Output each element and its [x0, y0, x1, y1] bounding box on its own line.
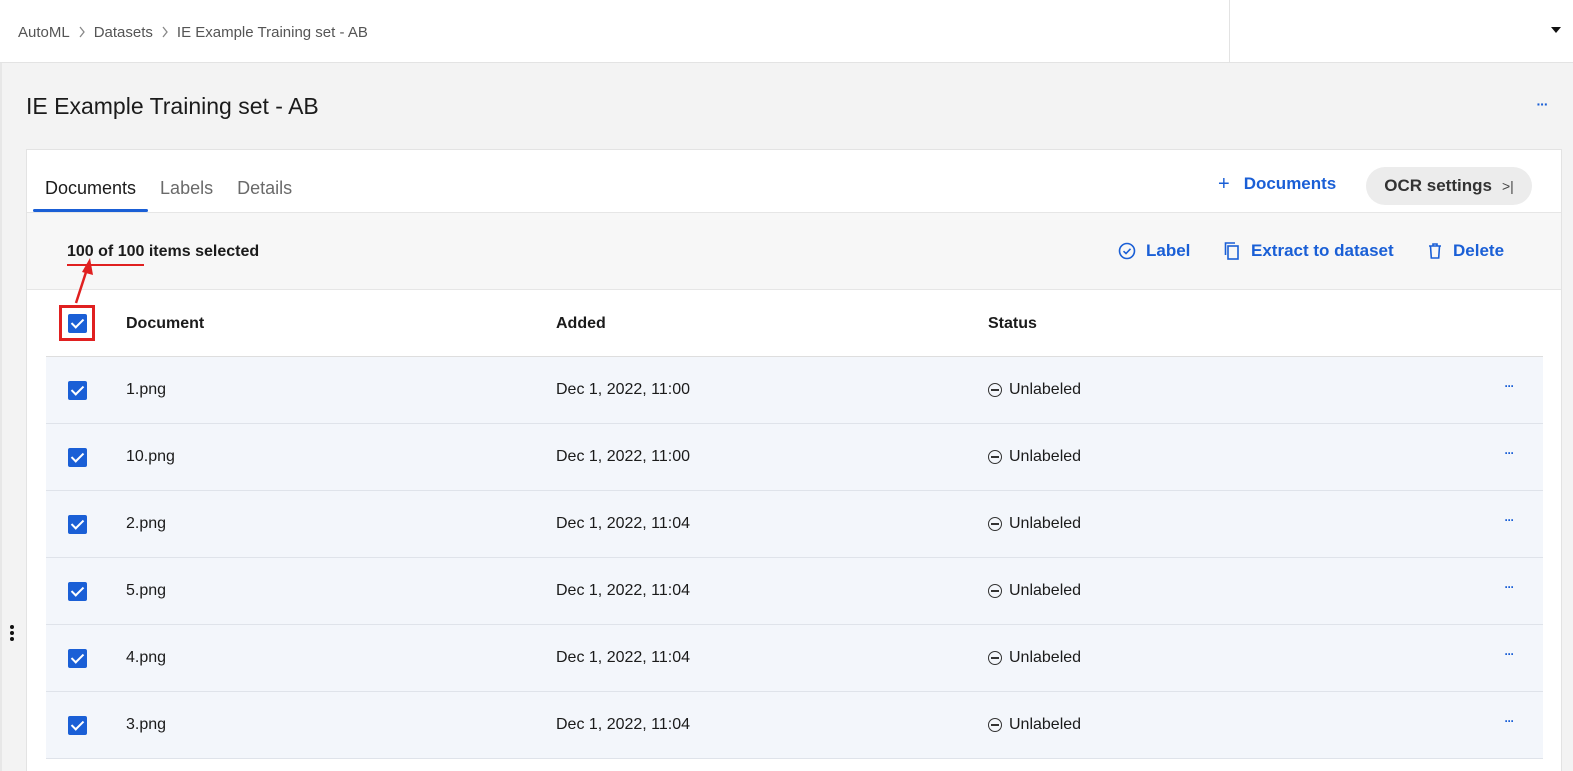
row-more-button[interactable]: ··· — [1499, 379, 1519, 399]
trash-icon — [1429, 243, 1441, 259]
ocr-settings-button[interactable]: OCR settings >| — [1366, 167, 1532, 205]
collapse-arrow-icon: >| — [1501, 178, 1514, 194]
row-checkbox[interactable] — [68, 716, 87, 735]
tab-details[interactable]: Details — [225, 150, 304, 212]
document-name[interactable]: 5.png — [126, 582, 166, 600]
table-row[interactable]: 10.png Dec 1, 2022, 11:00 Unlabeled ··· — [46, 424, 1543, 491]
add-documents-button[interactable]: + Documents — [1218, 174, 1336, 194]
column-header-document[interactable]: Document — [126, 315, 204, 333]
delete-button[interactable]: Delete — [1427, 241, 1504, 261]
status-text: Unlabeled — [1009, 716, 1082, 733]
minus-circle-icon — [988, 450, 1002, 464]
chevron-right-icon — [161, 26, 169, 38]
minus-circle-icon — [988, 718, 1002, 732]
row-checkbox[interactable] — [68, 582, 87, 601]
table-row[interactable]: 3.png Dec 1, 2022, 11:04 Unlabeled ··· — [46, 692, 1543, 759]
document-name[interactable]: 10.png — [126, 448, 175, 466]
row-more-button[interactable]: ··· — [1499, 647, 1519, 667]
column-header-added[interactable]: Added — [556, 315, 606, 333]
vertical-more-icon[interactable] — [9, 624, 15, 642]
status-text: Unlabeled — [1009, 448, 1082, 465]
page-title: IE Example Training set - AB — [26, 93, 319, 119]
row-more-button[interactable]: ··· — [1499, 714, 1519, 734]
document-name[interactable]: 4.png — [126, 649, 166, 667]
status-cell: Unlabeled — [988, 649, 1081, 667]
minus-circle-icon — [988, 584, 1002, 598]
selection-count: 100 of 100 items selected — [67, 243, 259, 261]
delete-button-text: Delete — [1453, 241, 1505, 260]
table-row[interactable]: 4.png Dec 1, 2022, 11:04 Unlabeled ··· — [46, 625, 1543, 692]
selection-count-suffix: items selected — [148, 243, 260, 260]
document-name[interactable]: 2.png — [126, 515, 166, 533]
selection-count-number: 100 of 100 — [67, 243, 145, 260]
add-documents-label: Documents — [1243, 174, 1337, 193]
row-more-button[interactable]: ··· — [1499, 513, 1519, 533]
tab-bar: Documents Labels Details — [33, 150, 304, 212]
breadcrumb-automl[interactable]: AutoML — [18, 24, 70, 41]
more-options-button[interactable]: ··· — [1532, 96, 1552, 112]
status-text: Unlabeled — [1009, 649, 1082, 666]
status-cell: Unlabeled — [988, 381, 1081, 399]
column-header-status[interactable]: Status — [988, 315, 1037, 333]
added-date: Dec 1, 2022, 11:04 — [556, 716, 691, 733]
table-row[interactable]: 5.png Dec 1, 2022, 11:04 Unlabeled ··· — [46, 558, 1543, 625]
status-cell: Unlabeled — [988, 515, 1081, 533]
extract-to-dataset-button[interactable]: Extract to dataset — [1223, 241, 1394, 261]
minus-circle-icon — [988, 651, 1002, 665]
document-name[interactable]: 3.png — [126, 716, 166, 734]
label-button[interactable]: Label — [1118, 241, 1190, 261]
caret-down-icon — [1551, 27, 1561, 33]
row-checkbox[interactable] — [68, 515, 87, 534]
tab-labels[interactable]: Labels — [148, 150, 225, 212]
added-date: Dec 1, 2022, 11:04 — [556, 515, 691, 532]
row-more-button[interactable]: ··· — [1499, 446, 1519, 466]
minus-circle-icon — [988, 517, 1002, 531]
status-cell: Unlabeled — [988, 716, 1081, 734]
top-dropdown[interactable] — [1230, 0, 1573, 62]
row-checkbox[interactable] — [68, 649, 87, 668]
status-text: Unlabeled — [1009, 381, 1082, 398]
breadcrumb-datasets[interactable]: Datasets — [94, 24, 153, 41]
table-row[interactable]: 2.png Dec 1, 2022, 11:04 Unlabeled ··· — [46, 491, 1543, 558]
select-all-checkbox[interactable] — [68, 314, 87, 333]
document-name[interactable]: 1.png — [126, 381, 166, 399]
breadcrumb: AutoML Datasets IE Example Training set … — [18, 22, 368, 42]
added-date: Dec 1, 2022, 11:00 — [556, 448, 691, 465]
table-header: Document Added Status — [46, 290, 1543, 357]
copy-icon — [1224, 242, 1239, 260]
row-more-button[interactable]: ··· — [1499, 580, 1519, 600]
added-date: Dec 1, 2022, 11:00 — [556, 381, 691, 398]
added-date: Dec 1, 2022, 11:04 — [556, 582, 691, 599]
tab-documents[interactable]: Documents — [33, 150, 149, 212]
breadcrumb-current: IE Example Training set - AB — [176, 23, 368, 41]
check-circle-icon — [1118, 242, 1136, 260]
dataset-panel: Documents Labels Details + Documents OCR… — [26, 149, 1562, 771]
status-text: Unlabeled — [1009, 515, 1082, 532]
top-bar: AutoML Datasets IE Example Training set … — [0, 0, 1573, 63]
left-edge — [0, 63, 2, 771]
row-checkbox[interactable] — [68, 448, 87, 467]
table-row[interactable]: 1.png Dec 1, 2022, 11:00 Unlabeled ··· — [46, 357, 1543, 424]
status-cell: Unlabeled — [988, 448, 1081, 466]
chevron-right-icon — [78, 26, 86, 38]
plus-icon: + — [1218, 173, 1230, 195]
row-checkbox[interactable] — [68, 381, 87, 400]
selection-action-bar: 100 of 100 items selected Label Extract … — [27, 212, 1561, 290]
extract-button-text: Extract to dataset — [1251, 241, 1394, 260]
minus-circle-icon — [988, 383, 1002, 397]
status-cell: Unlabeled — [988, 582, 1081, 600]
added-date: Dec 1, 2022, 11:04 — [556, 649, 691, 666]
ocr-settings-label: OCR settings — [1384, 176, 1492, 195]
label-button-text: Label — [1146, 241, 1191, 260]
status-text: Unlabeled — [1009, 582, 1082, 599]
